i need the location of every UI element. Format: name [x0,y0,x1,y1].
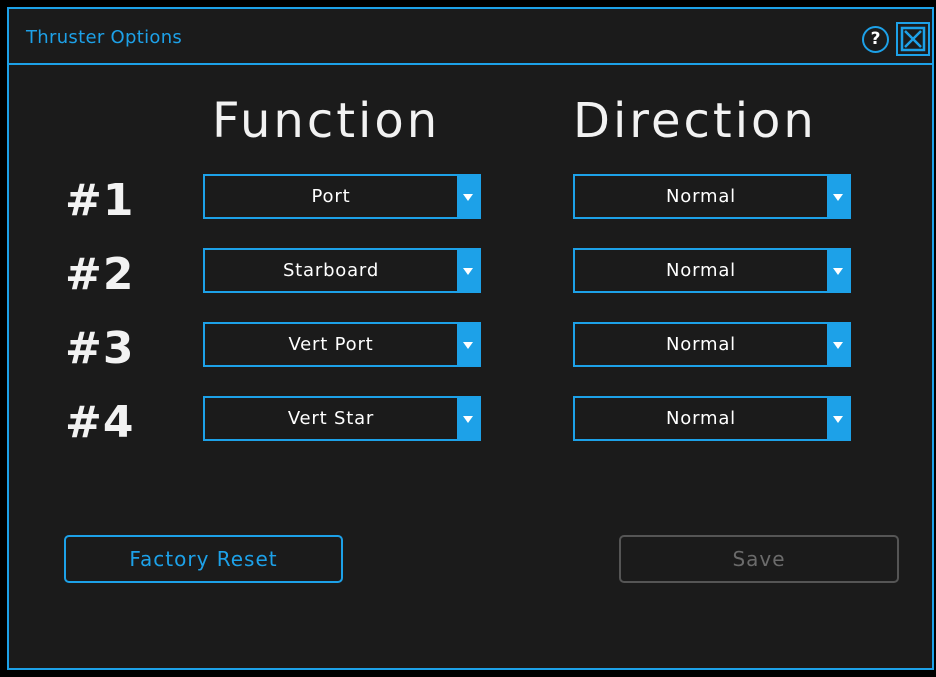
thruster-2-label: #2 [65,249,135,300]
select-value: Port [311,186,351,207]
direction-column-header: Direction [573,93,817,149]
thruster-4-direction-select[interactable]: Normal [573,396,851,441]
function-column-header: Function [212,93,441,149]
chevron-down-icon [827,324,849,365]
chevron-down-icon [457,176,479,217]
chevron-down-icon [457,250,479,291]
thruster-3-direction-select[interactable]: Normal [573,322,851,367]
chevron-down-icon [457,398,479,439]
select-value: Vert Port [288,334,374,355]
thruster-4-label: #4 [65,397,135,448]
select-value: Starboard [282,260,380,281]
save-button[interactable]: Save [619,535,899,583]
thruster-options-dialog: Thruster Options ? Function Direction #1… [7,7,934,670]
select-value: Vert Star [287,408,375,429]
thruster-2-function-select[interactable]: Starboard [203,248,481,293]
chevron-down-icon [457,324,479,365]
thruster-4-function-select[interactable]: Vert Star [203,396,481,441]
factory-reset-button[interactable]: Factory Reset [64,535,343,583]
thruster-3-function-select[interactable]: Vert Port [203,322,481,367]
title-bar: Thruster Options ? [9,9,932,65]
thruster-1-direction-select[interactable]: Normal [573,174,851,219]
thruster-2-direction-select[interactable]: Normal [573,248,851,293]
chevron-down-icon [827,398,849,439]
select-value: Normal [666,334,736,355]
dialog-title: Thruster Options [26,27,183,48]
chevron-down-icon [827,176,849,217]
thruster-3-label: #3 [65,323,135,374]
select-value: Normal [666,260,736,281]
select-value: Normal [666,186,736,207]
select-value: Normal [666,408,736,429]
close-icon[interactable] [896,22,930,56]
close-box-icon [900,26,926,52]
thruster-1-function-select[interactable]: Port [203,174,481,219]
thruster-1-label: #1 [65,175,135,226]
help-icon[interactable]: ? [862,26,889,53]
chevron-down-icon [827,250,849,291]
